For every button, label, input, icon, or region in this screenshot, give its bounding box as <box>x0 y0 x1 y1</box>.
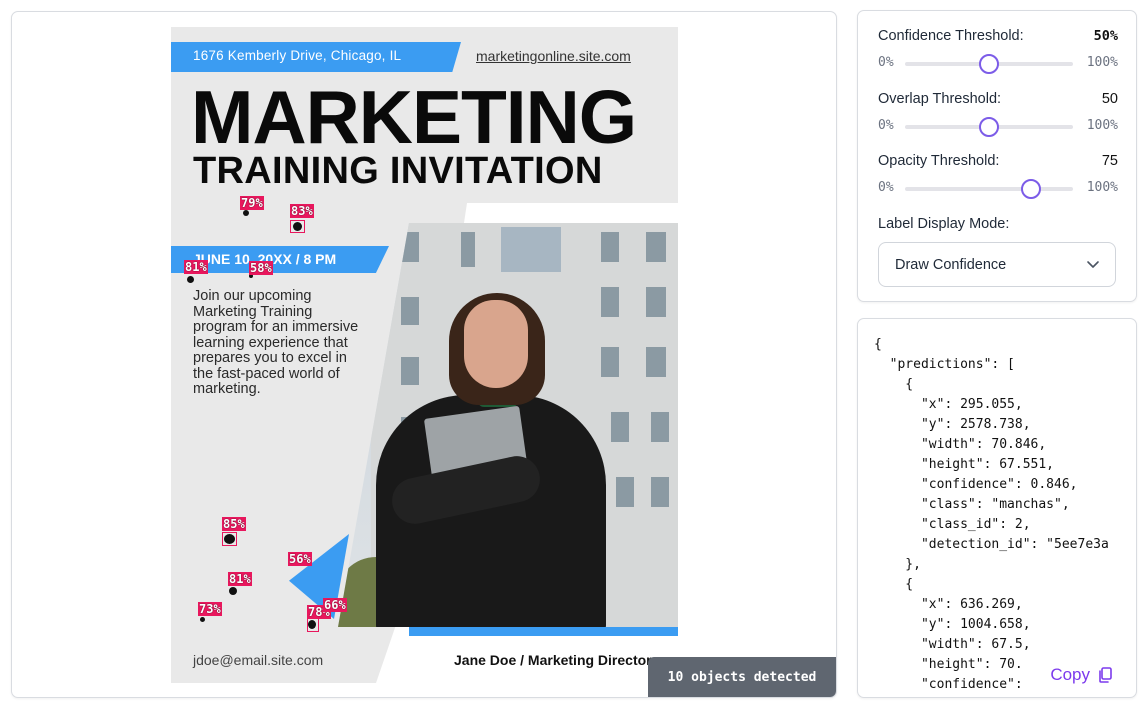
detection-box[interactable]: 79% <box>240 193 264 219</box>
poster-title-main: MARKETING <box>191 75 637 159</box>
confidence-slider[interactable]: 0% 100% <box>878 52 1118 74</box>
confidence-label: Confidence Threshold: <box>878 28 1024 44</box>
slider-track[interactable] <box>905 54 1073 74</box>
settings-panel: Confidence Threshold: 50% 0% 100% Overla… <box>857 10 1137 302</box>
opacity-value: 75 <box>1101 153 1118 169</box>
opacity-setting: Opacity Threshold: 75 0% 100% <box>878 153 1118 199</box>
slider-thumb[interactable] <box>979 117 999 137</box>
confidence-setting: Confidence Threshold: 50% 0% 100% <box>878 28 1118 74</box>
json-output-panel: { "predictions": [ { "x": 295.055, "y": … <box>857 318 1137 698</box>
image-preview-panel: 1676 Kemberly Drive, Chicago, IL marketi… <box>11 11 837 698</box>
detection-label: 56% <box>288 552 312 566</box>
poster-title-sub: TRAINING INVITATION <box>193 150 603 192</box>
poster-director: Jane Doe / Marketing Director <box>454 652 652 668</box>
chevron-down-icon <box>1087 261 1099 268</box>
detection-box[interactable]: 81% <box>228 572 256 600</box>
slider-min-label: 0% <box>878 118 894 133</box>
poster-bottom-bar <box>409 627 678 636</box>
detection-box[interactable]: 56% <box>288 552 318 568</box>
overlap-value: 50 <box>1101 91 1118 107</box>
poster-body-text: Join our upcoming Marketing Training pro… <box>193 288 359 397</box>
detection-box[interactable]: 66% <box>323 598 353 614</box>
slider-max-label: 100% <box>1086 55 1118 70</box>
detection-box[interactable]: 81% <box>184 260 212 288</box>
poster-address: 1676 Kemberly Drive, Chicago, IL <box>193 48 402 63</box>
detection-label: 79% <box>240 196 264 210</box>
label-mode-selected: Draw Confidence <box>895 257 1007 273</box>
detection-label: 83% <box>290 204 314 218</box>
label-mode-setting: Label Display Mode: <box>878 216 1118 232</box>
detection-box[interactable]: 85% <box>222 517 250 547</box>
slider-min-label: 0% <box>878 180 894 195</box>
detection-label: 58% <box>249 261 273 275</box>
copy-label: Copy <box>1050 665 1090 684</box>
overlap-setting: Overlap Threshold: 50 0% 100% <box>878 91 1118 137</box>
overlap-slider[interactable]: 0% 100% <box>878 115 1118 137</box>
label-mode-select[interactable]: Draw Confidence <box>878 242 1116 287</box>
detection-box[interactable]: 83% <box>290 204 318 234</box>
slider-track[interactable] <box>905 117 1073 137</box>
detection-label: 66% <box>323 598 347 612</box>
predictions-json: { "predictions": [ { "x": 295.055, "y": … <box>874 337 1109 692</box>
detection-box[interactable]: 73% <box>198 602 226 630</box>
detection-label: 81% <box>228 572 252 586</box>
copy-button[interactable]: Copy <box>1046 663 1118 687</box>
slider-max-label: 100% <box>1086 118 1118 133</box>
opacity-slider[interactable]: 0% 100% <box>878 177 1118 199</box>
slider-track[interactable] <box>905 179 1073 199</box>
opacity-label: Opacity Threshold: <box>878 153 1000 169</box>
detection-box[interactable]: 58% <box>249 260 277 282</box>
slider-thumb[interactable] <box>1021 179 1041 199</box>
objects-detected-badge: 10 objects detected <box>648 657 836 697</box>
slider-thumb[interactable] <box>979 54 999 74</box>
detection-label: 85% <box>222 517 246 531</box>
poster-website: marketingonline.site.com <box>476 48 631 64</box>
detection-label: 73% <box>198 602 222 616</box>
overlap-label: Overlap Threshold: <box>878 91 1002 107</box>
poster-email: jdoe@email.site.com <box>193 652 324 668</box>
slider-min-label: 0% <box>878 55 894 70</box>
copy-icon <box>1099 667 1112 683</box>
confidence-value: 50% <box>1093 28 1118 44</box>
detection-label: 81% <box>184 260 208 274</box>
label-mode-label: Label Display Mode: <box>878 216 1010 232</box>
slider-max-label: 100% <box>1086 180 1118 195</box>
